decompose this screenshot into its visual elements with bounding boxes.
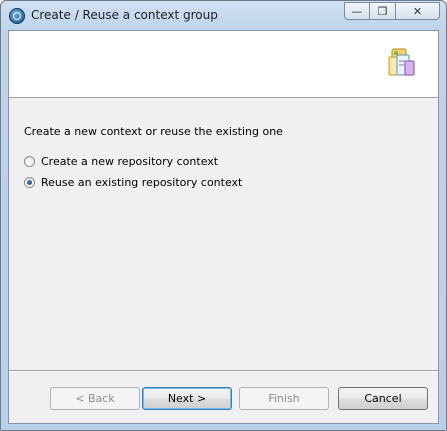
option-reuse-existing[interactable]: Reuse an existing repository context xyxy=(24,176,242,189)
close-button[interactable]: ✕ xyxy=(396,2,440,20)
title-bar[interactable]: Create / Reuse a context group — ❐ ✕ xyxy=(1,1,446,30)
dialog-window: Create / Reuse a context group — ❐ ✕ Cre… xyxy=(0,0,447,431)
maximize-icon: ❐ xyxy=(377,4,388,18)
footer-separator xyxy=(9,370,438,372)
window-title: Create / Reuse a context group xyxy=(31,8,218,22)
talend-q-icon xyxy=(9,8,25,24)
option-create-new-label: Create a new repository context xyxy=(41,155,219,168)
close-icon: ✕ xyxy=(412,4,423,18)
wizard-content: Create a new context or reuse the existi… xyxy=(9,98,438,370)
radio-reuse-existing[interactable] xyxy=(24,177,35,188)
option-reuse-existing-label: Reuse an existing repository context xyxy=(41,176,243,189)
option-create-new[interactable]: Create a new repository context xyxy=(24,155,218,168)
window-controls: — ❐ ✕ xyxy=(344,2,440,20)
next-button[interactable]: Next > xyxy=(142,387,232,410)
wizard-banner xyxy=(9,31,438,98)
back-button[interactable]: < Back xyxy=(50,387,140,410)
minimize-icon: — xyxy=(351,4,363,18)
minimize-button[interactable]: — xyxy=(344,2,370,20)
finish-button[interactable]: Finish xyxy=(239,387,329,410)
instruction-text: Create a new context or reuse the existi… xyxy=(24,125,283,138)
radio-create-new[interactable] xyxy=(24,156,35,167)
maximize-button[interactable]: ❐ xyxy=(370,2,396,20)
cancel-button[interactable]: Cancel xyxy=(338,387,428,410)
context-group-icon xyxy=(388,48,415,76)
dialog-body: Create a new context or reuse the existi… xyxy=(8,30,439,424)
